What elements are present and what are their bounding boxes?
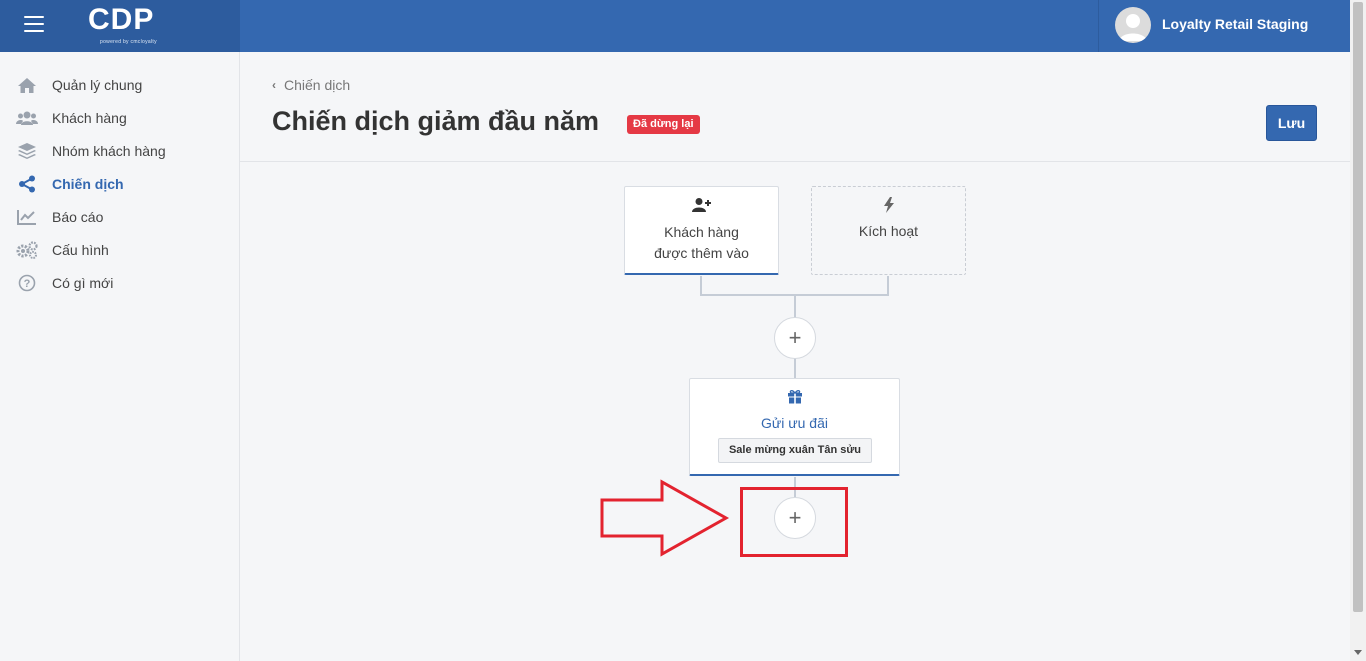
- sidebar-item-label: Quản lý chung: [52, 77, 143, 93]
- sidebar-item-label: Báo cáo: [52, 209, 104, 225]
- top-bar: CDP powered by cmcloyalty Loyalty Retail…: [0, 0, 1350, 52]
- svg-text:?: ?: [24, 278, 31, 290]
- sidebar-item-label: Khách hàng: [52, 110, 127, 126]
- logo-area: CDP powered by cmcloyalty: [0, 0, 240, 52]
- action-send-offer[interactable]: Gửi ưu đãi Sale mừng xuân Tân sửu: [689, 378, 900, 476]
- scroll-thumb[interactable]: [1353, 2, 1363, 612]
- hamburger-menu-icon[interactable]: [24, 16, 44, 32]
- connector-line: [794, 358, 796, 378]
- scroll-down-arrow-icon[interactable]: [1354, 650, 1362, 655]
- connector-line: [700, 276, 702, 296]
- main-content: ‹ Chiến dịch Chiến dịch giảm đầu năm Đã …: [240, 52, 1350, 661]
- sidebar-item-whats-new[interactable]: ? Có gì mới: [0, 268, 240, 298]
- add-step-button[interactable]: +: [774, 317, 816, 359]
- sidebar: Quản lý chung Khách hàng Nhóm khách hàng…: [0, 52, 240, 661]
- bolt-icon: [812, 197, 965, 218]
- trigger-activation[interactable]: Kích hoạt: [811, 186, 966, 275]
- sidebar-item-campaigns[interactable]: Chiến dịch: [0, 169, 240, 199]
- sidebar-item-overview[interactable]: Quản lý chung: [0, 70, 240, 100]
- question-circle-icon: ?: [16, 274, 38, 292]
- user-plus-icon: [625, 197, 778, 218]
- user-name[interactable]: Loyalty Retail Staging: [1162, 16, 1308, 32]
- add-step-button[interactable]: +: [774, 497, 816, 539]
- trigger-label: Kích hoạt: [858, 223, 919, 239]
- chart-line-icon: [16, 208, 38, 226]
- sidebar-item-settings[interactable]: Cấu hình: [0, 235, 240, 265]
- avatar[interactable]: [1115, 7, 1151, 43]
- trigger-label-line1: Khách hàng: [664, 224, 739, 240]
- user-menu[interactable]: Loyalty Retail Staging: [1098, 0, 1350, 52]
- sidebar-item-label: Có gì mới: [52, 275, 114, 291]
- layers-icon: [16, 142, 38, 160]
- campaign-flow: Khách hàng được thêm vào Kích hoạt + Gửi…: [240, 52, 1350, 661]
- users-icon: [16, 109, 38, 127]
- home-icon: [16, 76, 38, 94]
- offer-chip[interactable]: Sale mừng xuân Tân sửu: [718, 438, 872, 463]
- scrollbar[interactable]: [1350, 0, 1366, 661]
- connector-line: [794, 477, 796, 497]
- sidebar-item-label: Nhóm khách hàng: [52, 143, 166, 159]
- action-label: Gửi ưu đãi: [761, 415, 828, 431]
- sidebar-item-customer-groups[interactable]: Nhóm khách hàng: [0, 136, 240, 166]
- connector-line: [887, 276, 889, 296]
- trigger-label-line2: được thêm vào: [654, 245, 749, 261]
- sidebar-item-label: Chiến dịch: [52, 176, 124, 192]
- sidebar-item-label: Cấu hình: [52, 242, 109, 258]
- share-icon: [16, 175, 38, 193]
- gears-icon: [16, 241, 38, 259]
- logo-subtitle: powered by cmcloyalty: [100, 39, 157, 45]
- trigger-label: Khách hàng được thêm vào: [625, 222, 778, 264]
- connector-line: [794, 295, 796, 319]
- trigger-customer-added[interactable]: Khách hàng được thêm vào: [624, 186, 779, 275]
- sidebar-item-reports[interactable]: Báo cáo: [0, 202, 240, 232]
- sidebar-item-customers[interactable]: Khách hàng: [0, 103, 240, 133]
- logo[interactable]: CDP: [88, 3, 154, 37]
- gift-icon: [690, 389, 899, 409]
